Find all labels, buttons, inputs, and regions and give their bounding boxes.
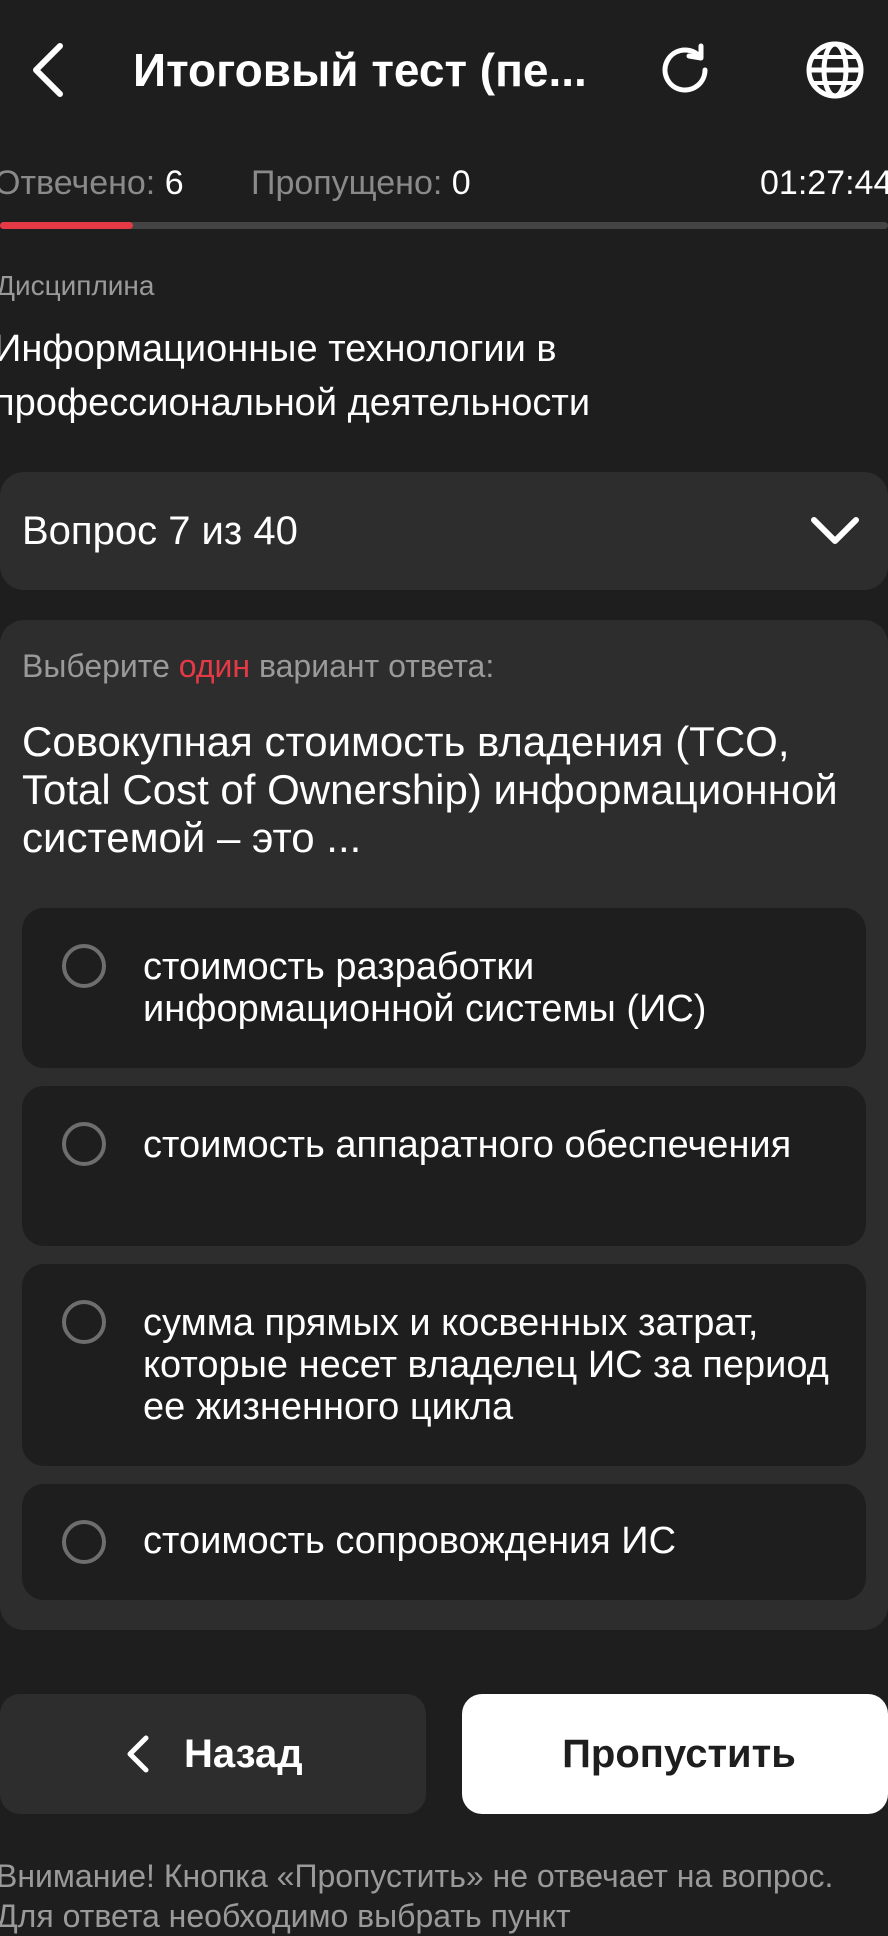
timer: 01:27:44 [760, 164, 888, 202]
radio-button[interactable] [62, 1520, 106, 1564]
discipline-value: Информационные технологии в профессионал… [0, 328, 591, 424]
back-nav-button[interactable] [14, 28, 82, 112]
hint-text-after: вариант ответа: [250, 648, 495, 684]
skipped-label: Пропущено: [251, 164, 443, 202]
header: Итоговый тест (пе... [0, 0, 888, 140]
answer-option-label: стоимость разработки информационной сист… [143, 946, 707, 1030]
answer-option-label: сумма прямых и косвенных затрат, которые… [143, 1302, 829, 1428]
question-text: Совокупная стоимость владения (TCO, Tota… [22, 718, 838, 861]
back-button[interactable]: Назад [0, 1694, 426, 1814]
status-row: Отвечено: 6 Пропущено: 0 01:27:44 [0, 155, 888, 211]
language-button[interactable] [795, 30, 875, 110]
chevron-down-icon [811, 517, 859, 544]
globe-icon [806, 41, 864, 99]
skipped-value: 0 [451, 164, 471, 202]
progress-track [0, 222, 888, 229]
refresh-button[interactable] [645, 30, 725, 110]
answer-option[interactable]: стоимость разработки информационной сист… [22, 908, 866, 1068]
answer-option-label: стоимость сопровождения ИС [143, 1520, 677, 1562]
skipped-count: Пропущено: 0 [251, 155, 471, 211]
answer-option[interactable]: стоимость сопровождения ИС [22, 1484, 866, 1600]
answered-count: Отвечено: 6 [0, 155, 184, 211]
skip-button[interactable]: Пропустить [462, 1694, 888, 1814]
skip-warning: Внимание! Кнопка «Пропустить» не отвечае… [0, 1858, 834, 1934]
question-selector[interactable]: Вопрос 7 из 40 [0, 472, 888, 590]
refresh-icon [662, 43, 708, 93]
answer-hint: Выберите один вариант ответа: [22, 642, 494, 690]
page-title: Итоговый тест (пе... [133, 44, 587, 96]
chevron-left-icon [33, 43, 63, 97]
discipline-label: Дисциплина [0, 270, 155, 301]
answered-value: 6 [164, 164, 184, 202]
answer-option[interactable]: сумма прямых и косвенных затрат, которые… [22, 1264, 866, 1466]
progress-fill [0, 222, 133, 229]
back-button-label: Назад [184, 1732, 303, 1776]
radio-button[interactable] [62, 1122, 106, 1166]
answered-label: Отвечено: [0, 164, 156, 202]
radio-button[interactable] [62, 1300, 106, 1344]
expand-button[interactable] [800, 496, 870, 566]
hint-accent: один [178, 648, 251, 684]
chevron-left-icon [127, 1735, 149, 1773]
answer-option[interactable]: стоимость аппаратного обеспечения [22, 1086, 866, 1246]
answer-option-label: стоимость аппаратного обеспечения [143, 1124, 792, 1166]
question-selector-label: Вопрос 7 из 40 [22, 509, 298, 553]
radio-button[interactable] [62, 944, 106, 988]
hint-text-before: Выберите [22, 648, 179, 684]
